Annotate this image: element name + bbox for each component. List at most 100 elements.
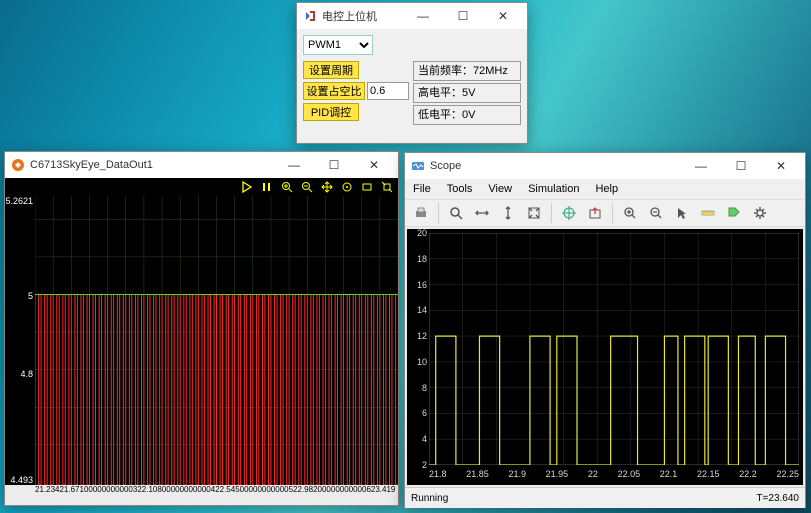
ytick: 5.2621 — [3, 196, 33, 206]
skyeye-plot-area[interactable]: 5.2621 5 4.8 4.493 — [5, 196, 398, 485]
crosshair-icon[interactable] — [557, 201, 581, 225]
xtick: 22.1 — [660, 469, 678, 483]
zoom-out-icon[interactable] — [300, 180, 314, 194]
skyeye-title: C6713SkyEye_DataOut1 — [30, 159, 274, 171]
scope-y-axis: 20 18 16 14 12 10 8 6 4 2 — [407, 233, 429, 465]
print-icon[interactable] — [409, 201, 433, 225]
ytick: 10 — [405, 357, 427, 367]
config-window: 电控上位机 — ☐ ✕ PWM1 设置周期 设置占空比 PID调控 — [296, 2, 528, 144]
freq-info: 当前频率：72MHz — [413, 61, 521, 81]
scope-titlebar[interactable]: Scope — ☐ ✕ — [405, 153, 805, 179]
menu-file[interactable]: File — [405, 179, 439, 199]
ytick: 20 — [405, 228, 427, 238]
scope-minimize-button[interactable]: — — [681, 153, 721, 179]
scale-icon[interactable] — [380, 180, 394, 194]
scope-toolbar — [405, 199, 805, 227]
ytick: 5 — [3, 291, 33, 301]
skyeye-icon — [11, 158, 25, 172]
ytick: 16 — [405, 280, 427, 290]
toolbar-separator — [551, 203, 552, 223]
play-icon[interactable] — [240, 180, 254, 194]
xtick: 22.108000000000004 — [137, 485, 215, 494]
ytick: 4.493 — [3, 475, 33, 485]
toolbar-separator — [438, 203, 439, 223]
zoom-fit-icon[interactable] — [522, 201, 546, 225]
zoom-in-icon[interactable] — [280, 180, 294, 194]
skyeye-maximize-button[interactable]: ☐ — [314, 152, 354, 178]
duty-input[interactable] — [367, 82, 409, 100]
gear-icon[interactable] — [748, 201, 772, 225]
high-level-info: 高电平：5V — [413, 83, 521, 103]
menu-simulation[interactable]: Simulation — [520, 179, 587, 199]
scope-close-button[interactable]: ✕ — [761, 153, 801, 179]
screenshot-icon[interactable] — [360, 180, 374, 194]
zoom-box-icon[interactable] — [444, 201, 468, 225]
skyeye-titlebar[interactable]: C6713SkyEye_DataOut1 — ☐ ✕ — [5, 152, 398, 178]
xtick: 21.95 — [546, 469, 569, 483]
ytick: 12 — [405, 331, 427, 341]
export-icon[interactable] — [583, 201, 607, 225]
ytick: 4.8 — [3, 369, 33, 379]
xtick: 22.2 — [739, 469, 757, 483]
cursor-icon[interactable] — [670, 201, 694, 225]
set-duty-button[interactable]: 设置占空比 — [303, 82, 365, 100]
tk-icon — [303, 9, 317, 23]
scope-statusbar: Running T=23.640 — [405, 487, 805, 508]
xtick: 21.8 — [429, 469, 447, 483]
skyeye-minimize-button[interactable]: — — [274, 152, 314, 178]
status-running: Running — [411, 493, 448, 504]
xtick: 22.25 — [776, 469, 799, 483]
scope-x-axis: 21.8 21.85 21.9 21.95 22 22.05 22.1 22.1… — [429, 469, 799, 483]
target-icon[interactable] — [340, 180, 354, 194]
scope-title: Scope — [430, 160, 681, 172]
zoom-y-icon[interactable] — [496, 201, 520, 225]
scope-menubar: File Tools View Simulation Help — [405, 179, 805, 199]
ytick: 18 — [405, 254, 427, 264]
skyeye-x-axis: 21.234 21.671000000000003 22.10800000000… — [5, 485, 398, 503]
config-title: 电控上位机 — [322, 8, 403, 24]
xtick: 22.15 — [697, 469, 720, 483]
pwm-select[interactable]: PWM1 — [303, 35, 373, 55]
menu-help[interactable]: Help — [587, 179, 626, 199]
xtick: 21.9 — [508, 469, 526, 483]
xtick: 22 — [588, 469, 598, 483]
ytick: 14 — [405, 305, 427, 315]
tag-icon[interactable] — [722, 201, 746, 225]
set-period-button[interactable]: 设置周期 — [303, 61, 359, 79]
toolbar-separator — [612, 203, 613, 223]
pid-button[interactable]: PID调控 — [303, 103, 359, 121]
xtick: 22.982000000000006 — [293, 485, 371, 494]
menu-view[interactable]: View — [480, 179, 520, 199]
scope-maximize-button[interactable]: ☐ — [721, 153, 761, 179]
ytick: 8 — [405, 383, 427, 393]
xtick: 22.545000000000005 — [215, 485, 293, 494]
xtick: 21.85 — [466, 469, 489, 483]
config-maximize-button[interactable]: ☐ — [443, 3, 483, 29]
ytick: 4 — [405, 434, 427, 444]
skyeye-y-axis: 5.2621 5 4.8 4.493 — [5, 196, 35, 485]
zoom-out-icon[interactable] — [644, 201, 668, 225]
xtick: 21.671000000000003 — [59, 485, 137, 494]
pause-icon[interactable] — [260, 180, 274, 194]
config-close-button[interactable]: ✕ — [483, 3, 523, 29]
scope-plot-area[interactable]: 20 18 16 14 12 10 8 6 4 2 21.8 21.85 21.… — [407, 229, 803, 485]
scope-icon — [411, 159, 425, 173]
menu-tools[interactable]: Tools — [439, 179, 481, 199]
config-minimize-button[interactable]: — — [403, 3, 443, 29]
low-level-info: 低电平：0V — [413, 105, 521, 125]
xtick: 21.234 — [35, 485, 59, 494]
pan-icon[interactable] — [320, 180, 334, 194]
config-titlebar[interactable]: 电控上位机 — ☐ ✕ — [297, 3, 527, 29]
ytick: 6 — [405, 408, 427, 418]
skyeye-window: C6713SkyEye_DataOut1 — ☐ ✕ 5.2621 5 4.8 … — [4, 151, 399, 506]
scope-window: Scope — ☐ ✕ File Tools View Simulation H… — [404, 152, 806, 508]
zoom-in-icon[interactable] — [618, 201, 642, 225]
xtick: 23.419 — [371, 485, 395, 494]
skyeye-close-button[interactable]: ✕ — [354, 152, 394, 178]
skyeye-toolbar — [5, 178, 398, 196]
xtick: 22.05 — [618, 469, 641, 483]
ruler-icon[interactable] — [696, 201, 720, 225]
zoom-x-icon[interactable] — [470, 201, 494, 225]
status-time: T=23.640 — [756, 493, 799, 504]
ytick: 2 — [405, 460, 427, 470]
